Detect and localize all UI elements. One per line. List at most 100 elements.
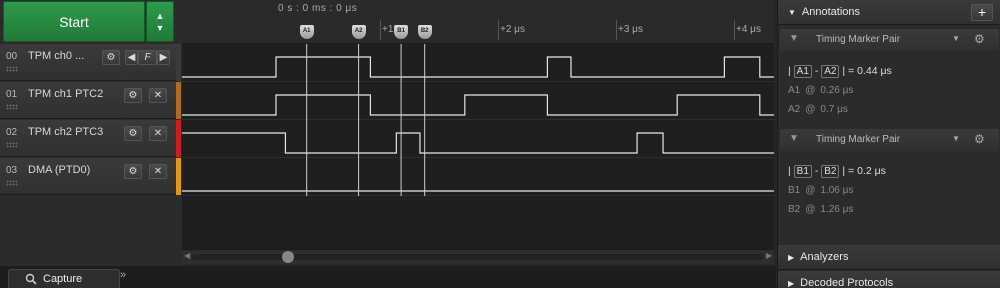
next-edge-icon[interactable]: ▶ bbox=[157, 50, 170, 65]
waveform-canvas bbox=[182, 44, 774, 196]
timing-marker-a2[interactable]: A2 bbox=[351, 25, 366, 39]
marker-pair-title: Timing Marker Pair bbox=[816, 134, 901, 145]
tab-label: Capture bbox=[43, 273, 83, 285]
marker-name: B2 bbox=[788, 204, 801, 215]
channel-number: 02 bbox=[6, 127, 18, 138]
marker-badge: B1 bbox=[793, 165, 812, 178]
waveform-area[interactable] bbox=[182, 44, 774, 250]
channel-name[interactable]: TPM ch0 ... bbox=[28, 50, 84, 62]
tick-label: +3 μs bbox=[618, 24, 643, 35]
tick-line bbox=[380, 20, 381, 40]
search-icon bbox=[25, 273, 37, 285]
channel-row-02[interactable]: 02 TPM ch2 PTC3 ⚙ ✕ bbox=[0, 120, 176, 157]
waveform-trace-00 bbox=[182, 56, 774, 78]
close-icon[interactable]: ✕ bbox=[149, 126, 167, 141]
drag-handle-icon[interactable] bbox=[6, 142, 18, 148]
tick-line bbox=[616, 20, 617, 40]
waveform-trace-02 bbox=[182, 132, 774, 154]
dropdown-icon[interactable]: ▼ bbox=[952, 34, 960, 43]
measurement-value: = 0.2 μs bbox=[848, 165, 886, 177]
close-icon[interactable]: ✕ bbox=[149, 164, 167, 179]
timeline-ruler[interactable]: 0 s : 0 ms : 0 μs +1 μs+2 μs+3 μs+4 μs A… bbox=[182, 0, 774, 44]
annotations-panel: ▼ Annotations + ▼ Timing Marker Pair ▼ ⚙… bbox=[777, 0, 1000, 288]
section-title: Analyzers bbox=[800, 251, 849, 263]
marker-pair-measurement: | B1 - B2 | = 0.2 μs bbox=[788, 165, 886, 178]
timing-marker-b1[interactable]: B1 bbox=[394, 25, 409, 39]
drag-handle-icon[interactable] bbox=[6, 104, 18, 110]
decoded-protocols-header[interactable]: ▶ Decoded Protocols bbox=[778, 271, 1000, 288]
marker-time: 1.06 μs bbox=[820, 185, 854, 196]
section-title: Annotations bbox=[801, 6, 861, 18]
tick-label: +4 μs bbox=[736, 24, 761, 35]
channel-number: 00 bbox=[6, 51, 18, 62]
start-options-button[interactable]: ▲ ▼ bbox=[146, 1, 174, 42]
gear-icon[interactable]: ⚙ bbox=[124, 164, 142, 179]
prev-edge-icon[interactable]: ◀ bbox=[125, 50, 138, 65]
timing-marker-b2[interactable]: B2 bbox=[417, 25, 432, 39]
waveform-trace-01 bbox=[182, 94, 774, 116]
channel-color-bar bbox=[176, 120, 181, 157]
channel-row-01[interactable]: 01 TPM ch1 PTC2 ⚙ ✕ bbox=[0, 82, 176, 119]
timing-marker-a1[interactable]: A1 bbox=[299, 25, 314, 39]
scroll-right-icon[interactable]: ▶ bbox=[766, 251, 772, 260]
add-annotation-button[interactable]: + bbox=[971, 4, 993, 21]
chevron-down-icon: ▼ bbox=[155, 22, 165, 33]
channel-color-bar bbox=[176, 44, 181, 81]
marker-name: A1 bbox=[788, 85, 801, 96]
marker-name: A2 bbox=[788, 104, 801, 115]
scroll-left-icon[interactable]: ◀ bbox=[184, 251, 190, 260]
tick-line bbox=[498, 20, 499, 40]
tab-capture[interactable]: Capture bbox=[8, 269, 120, 288]
marker-pair-header[interactable]: ▼ Timing Marker Pair ▼ ⚙ bbox=[780, 129, 999, 151]
section-title: Decoded Protocols bbox=[800, 277, 894, 288]
chevron-up-icon: ▲ bbox=[155, 10, 165, 21]
gear-icon[interactable]: ⚙ bbox=[124, 126, 142, 141]
marker-badge: B2 bbox=[821, 165, 840, 178]
marker-readout: A1 @0.26 μs bbox=[788, 85, 854, 96]
analyzers-header[interactable]: ▶ Analyzers bbox=[778, 245, 1000, 270]
dropdown-icon[interactable]: ▼ bbox=[952, 134, 960, 143]
gear-icon[interactable]: ⚙ bbox=[974, 32, 985, 46]
channel-number: 01 bbox=[6, 89, 18, 100]
marker-time: 0.7 μs bbox=[820, 104, 848, 115]
marker-pair-measurement: | A1 - A2 | = 0.44 μs bbox=[788, 65, 892, 78]
marker-pair-header[interactable]: ▼ Timing Marker Pair ▼ ⚙ bbox=[780, 29, 999, 51]
trigger-icon[interactable]: F bbox=[138, 50, 157, 65]
pin-icon[interactable]: ▼ bbox=[789, 33, 799, 44]
more-tabs-icon[interactable]: » bbox=[120, 269, 126, 281]
gear-icon[interactable]: ⚙ bbox=[974, 132, 985, 146]
collapsed-triangle-icon: ▶ bbox=[788, 278, 795, 288]
start-button[interactable]: Start bbox=[3, 1, 145, 42]
marker-badge: A2 bbox=[821, 65, 840, 78]
channel-row-03[interactable]: 03 DMA (PTD0) ⚙ ✕ bbox=[0, 158, 176, 195]
horizontal-scrollbar[interactable]: ◀ ▶ bbox=[182, 249, 774, 264]
bottom-tab-bar: Capture » bbox=[0, 266, 776, 288]
expand-triangle-icon: ▼ bbox=[788, 7, 796, 17]
gear-icon[interactable]: ⚙ bbox=[102, 50, 120, 65]
channel-color-bar bbox=[176, 158, 181, 195]
drag-handle-icon[interactable] bbox=[6, 180, 18, 186]
channel-name[interactable]: TPM ch1 PTC2 bbox=[28, 88, 103, 100]
channel-color-bar bbox=[176, 82, 181, 119]
marker-time: 1.26 μs bbox=[820, 204, 854, 215]
annotations-header[interactable]: ▼ Annotations + bbox=[778, 0, 1000, 25]
channel-name[interactable]: TPM ch2 PTC3 bbox=[28, 126, 103, 138]
gear-icon[interactable]: ⚙ bbox=[124, 88, 142, 103]
marker-readout: B1 @1.06 μs bbox=[788, 185, 854, 196]
channel-name[interactable]: DMA (PTD0) bbox=[28, 164, 90, 176]
channel-number: 03 bbox=[6, 165, 18, 176]
tick-line bbox=[734, 20, 735, 40]
marker-time: 0.26 μs bbox=[820, 85, 854, 96]
pin-icon[interactable]: ▼ bbox=[789, 133, 799, 144]
drag-handle-icon[interactable] bbox=[6, 66, 18, 72]
marker-name: B1 bbox=[788, 185, 801, 196]
tick-label: +2 μs bbox=[500, 24, 525, 35]
scroll-track[interactable] bbox=[192, 254, 764, 260]
marker-readout: A2 @0.7 μs bbox=[788, 104, 848, 115]
marker-readout: B2 @1.26 μs bbox=[788, 204, 854, 215]
close-icon[interactable]: ✕ bbox=[149, 88, 167, 103]
channel-row-00[interactable]: 00 TPM ch0 ... ⚙ ◀ F ▶ bbox=[0, 44, 176, 81]
marker-pair-title: Timing Marker Pair bbox=[816, 34, 901, 45]
scroll-thumb[interactable] bbox=[282, 251, 294, 263]
measurement-value: = 0.44 μs bbox=[848, 65, 892, 77]
